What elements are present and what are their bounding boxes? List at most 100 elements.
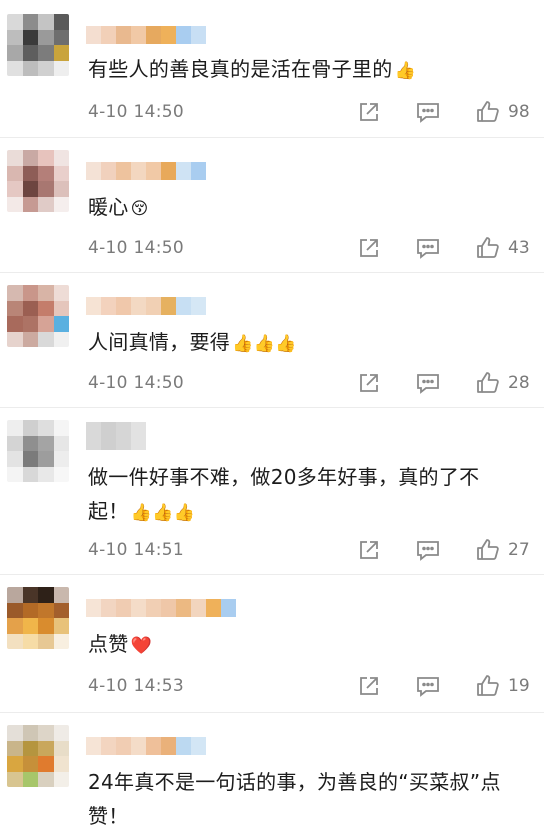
username-mosaic-cell <box>101 737 116 755</box>
username-mosaic-cell <box>116 737 131 755</box>
avatar-mosaic-cell <box>22 150 38 166</box>
avatar-mosaic-cell <box>22 435 38 451</box>
username[interactable] <box>86 737 206 755</box>
comment-body: 有些人的善良真的是活在骨子里的 <box>88 57 393 81</box>
avatar-mosaic-cell <box>38 435 54 451</box>
avatar-mosaic-cell <box>22 29 38 45</box>
like-icon[interactable] <box>476 674 500 698</box>
username-mosaic-cell <box>191 737 206 755</box>
username-mosaic-cell <box>86 422 101 450</box>
comment-item: 做一件好事不难，做20多年好事，真的了不起！ 👍👍👍 4-10 14:51 27 <box>0 408 544 575</box>
comment-text: 有些人的善良真的是活在骨子里的 👍 <box>88 52 520 88</box>
avatar-mosaic-cell <box>22 756 38 772</box>
comment-icon[interactable] <box>416 539 440 561</box>
avatar-mosaic-cell <box>38 331 54 347</box>
avatar-mosaic-cell <box>22 60 38 76</box>
avatar-mosaic-cell <box>22 633 38 649</box>
username[interactable] <box>86 422 146 450</box>
avatar[interactable] <box>7 725 69 787</box>
username[interactable] <box>86 162 206 180</box>
avatar[interactable] <box>7 14 69 76</box>
avatar[interactable] <box>7 587 69 649</box>
avatar-mosaic-cell <box>53 14 69 30</box>
username[interactable] <box>86 599 236 617</box>
avatar-mosaic-cell <box>22 14 38 30</box>
avatar-mosaic-cell <box>38 420 54 436</box>
comment-text: 24年真不是一句话的事，为善良的“买菜叔”点赞！ <box>88 765 520 833</box>
avatar-mosaic-cell <box>53 196 69 212</box>
share-icon[interactable] <box>358 101 380 123</box>
username[interactable] <box>86 297 206 315</box>
avatar-mosaic-cell <box>53 60 69 76</box>
avatar-mosaic-cell <box>22 771 38 787</box>
username-mosaic-cell <box>146 162 161 180</box>
avatar-mosaic-cell <box>53 602 69 618</box>
username-mosaic-cell <box>161 297 176 315</box>
username-mosaic-cell <box>191 26 206 44</box>
username-mosaic-cell <box>86 737 101 755</box>
comment-time: 4-10 14:50 <box>88 238 184 258</box>
avatar-mosaic-cell <box>53 618 69 634</box>
comment-time: 4-10 14:50 <box>88 102 184 122</box>
avatar-mosaic-cell <box>7 725 23 741</box>
avatar-mosaic-cell <box>53 435 69 451</box>
avatar-mosaic-cell <box>38 150 54 166</box>
share-icon[interactable] <box>358 372 380 394</box>
comment-icon[interactable] <box>416 101 440 123</box>
username-mosaic-cell <box>161 599 176 617</box>
username-mosaic-cell <box>146 297 161 315</box>
avatar-mosaic-cell <box>22 587 38 603</box>
avatar-mosaic-cell <box>22 45 38 61</box>
username-mosaic-cell <box>101 26 116 44</box>
avatar-mosaic-cell <box>22 300 38 316</box>
avatar-mosaic-cell <box>7 45 23 61</box>
avatar-mosaic-cell <box>7 771 23 787</box>
avatar-mosaic-cell <box>53 331 69 347</box>
avatar-mosaic-cell <box>22 331 38 347</box>
like-icon[interactable] <box>476 236 500 260</box>
like-icon[interactable] <box>476 538 500 562</box>
share-icon[interactable] <box>358 237 380 259</box>
comment-icon[interactable] <box>416 237 440 259</box>
avatar-mosaic-cell <box>7 300 23 316</box>
username-mosaic-cell <box>116 26 131 44</box>
avatar-mosaic-cell <box>53 420 69 436</box>
username-mosaic-cell <box>101 599 116 617</box>
avatar[interactable] <box>7 150 69 212</box>
comment-icon[interactable] <box>416 675 440 697</box>
avatar-mosaic-cell <box>38 451 54 467</box>
avatar-mosaic-cell <box>7 150 23 166</box>
avatar-mosaic-cell <box>7 466 23 482</box>
comment-time: 4-10 14:50 <box>88 373 184 393</box>
like-icon[interactable] <box>476 100 500 124</box>
avatar-mosaic-cell <box>53 45 69 61</box>
username-mosaic-cell <box>86 599 101 617</box>
comment-icon[interactable] <box>416 372 440 394</box>
like-icon[interactable] <box>476 371 500 395</box>
avatar-mosaic-cell <box>7 756 23 772</box>
username-mosaic-cell <box>131 297 146 315</box>
avatar-mosaic-cell <box>38 618 54 634</box>
avatar-mosaic-cell <box>53 725 69 741</box>
username[interactable] <box>86 26 206 44</box>
avatar-mosaic-cell <box>7 14 23 30</box>
comment-time: 4-10 14:51 <box>88 540 184 560</box>
comment-text: 做一件好事不难，做20多年好事，真的了不起！ 👍👍👍 <box>88 460 520 530</box>
comment-actions: 43 <box>358 236 532 260</box>
like-count: 28 <box>508 373 530 393</box>
avatar-mosaic-cell <box>38 181 54 197</box>
comment-body: 24年真不是一句话的事，为善良的“买菜叔”点赞！ <box>88 770 501 828</box>
avatar-mosaic-cell <box>53 316 69 332</box>
avatar-mosaic-cell <box>38 740 54 756</box>
avatar-mosaic-cell <box>38 466 54 482</box>
comment-meta: 4-10 14:50 28 <box>88 371 532 395</box>
avatar-mosaic-cell <box>53 451 69 467</box>
avatar[interactable] <box>7 420 69 482</box>
avatar-mosaic-cell <box>7 420 23 436</box>
username-mosaic-cell <box>116 422 131 450</box>
share-icon[interactable] <box>358 539 380 561</box>
avatar-mosaic-cell <box>38 316 54 332</box>
avatar[interactable] <box>7 285 69 347</box>
username-mosaic-cell <box>146 737 161 755</box>
share-icon[interactable] <box>358 675 380 697</box>
